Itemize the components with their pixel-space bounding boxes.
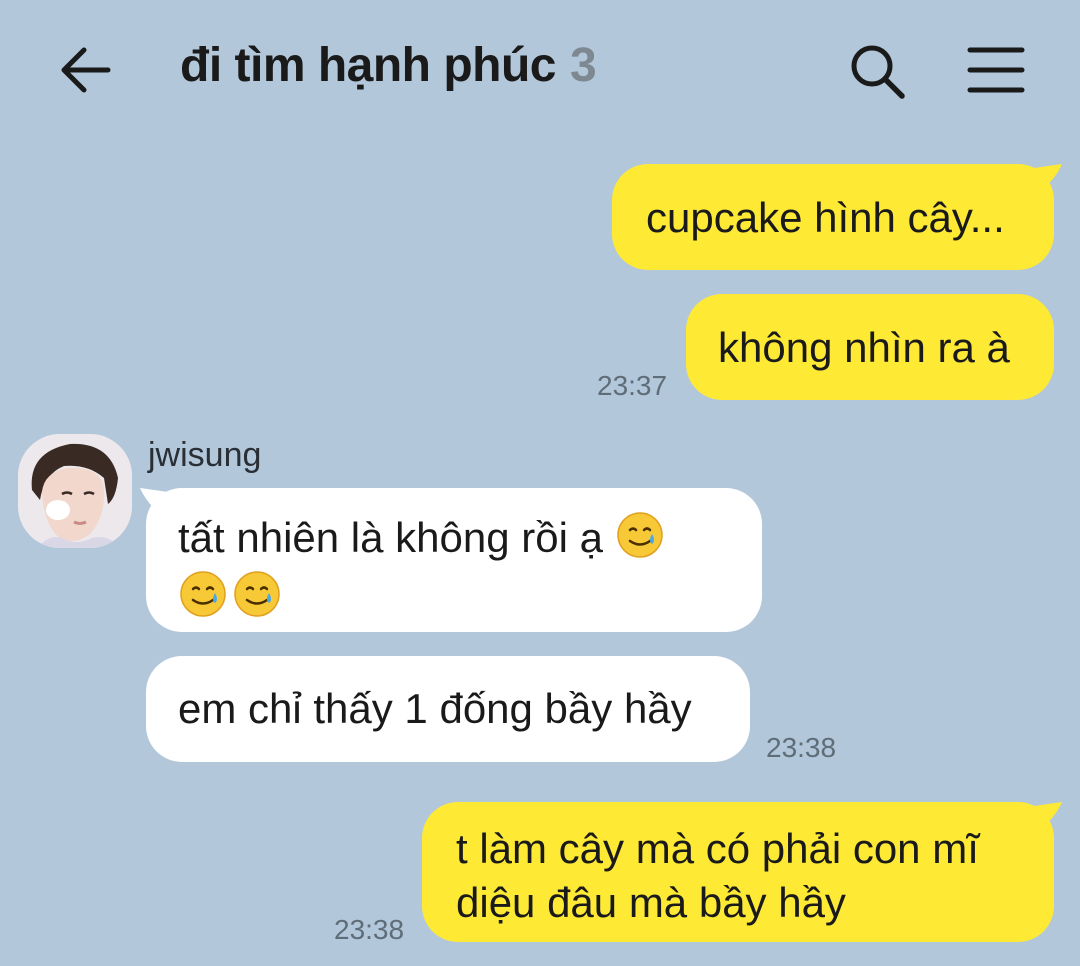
- message-line: tất nhiên là không rồi ạ: [178, 510, 762, 565]
- search-icon: [851, 45, 905, 99]
- message-timestamp: 23:38: [766, 732, 837, 763]
- search-button[interactable]: [846, 40, 908, 102]
- smiling-face-with-tear-icon: [180, 571, 226, 617]
- arrow-left-icon: [61, 47, 111, 93]
- back-button[interactable]: [56, 42, 116, 98]
- message-text-line: t làm cây mà có phải con mĩ: [456, 825, 979, 872]
- message-text-line: diệu đâu mà bầy hầy: [456, 879, 846, 926]
- message-timestamp: 23:37: [597, 370, 668, 401]
- chat-title: đi tìm hạnh phúc 3: [180, 38, 597, 93]
- message-bubble-mine[interactable]: không nhìn ra à: [686, 294, 1054, 400]
- message-text: không nhìn ra à: [718, 324, 1010, 371]
- message-bubble-other[interactable]: em chỉ thấy 1 đống bầy hầy: [146, 656, 750, 762]
- avatar[interactable]: [18, 434, 132, 548]
- hamburger-menu-icon: [967, 47, 1025, 93]
- chat-room-name: đi tìm hạnh phúc: [180, 39, 556, 92]
- member-count: 3: [569, 39, 597, 92]
- chat-header: đi tìm hạnh phúc 3: [0, 0, 1080, 140]
- smiling-face-with-tear-icon: [616, 512, 663, 558]
- message-text: cupcake hình cây...: [646, 194, 1005, 241]
- sender-name: jwisung: [148, 436, 262, 474]
- message-bubble-mine[interactable]: t làm cây mà có phải con mĩ diệu đâu mà …: [422, 802, 1054, 942]
- message-text: em chỉ thấy 1 đống bầy hầy: [178, 685, 692, 732]
- message-text: tất nhiên là không rồi ạ: [178, 514, 603, 561]
- smiling-face-with-tear-icon: [234, 571, 280, 617]
- message-bubble-other[interactable]: tất nhiên là không rồi ạ: [146, 488, 762, 632]
- message-timestamp: 23:38: [334, 914, 405, 945]
- avatar-photo: [18, 434, 132, 548]
- menu-button[interactable]: [966, 44, 1026, 96]
- message-bubble-mine[interactable]: cupcake hình cây...: [612, 164, 1054, 270]
- message-line: [178, 569, 762, 624]
